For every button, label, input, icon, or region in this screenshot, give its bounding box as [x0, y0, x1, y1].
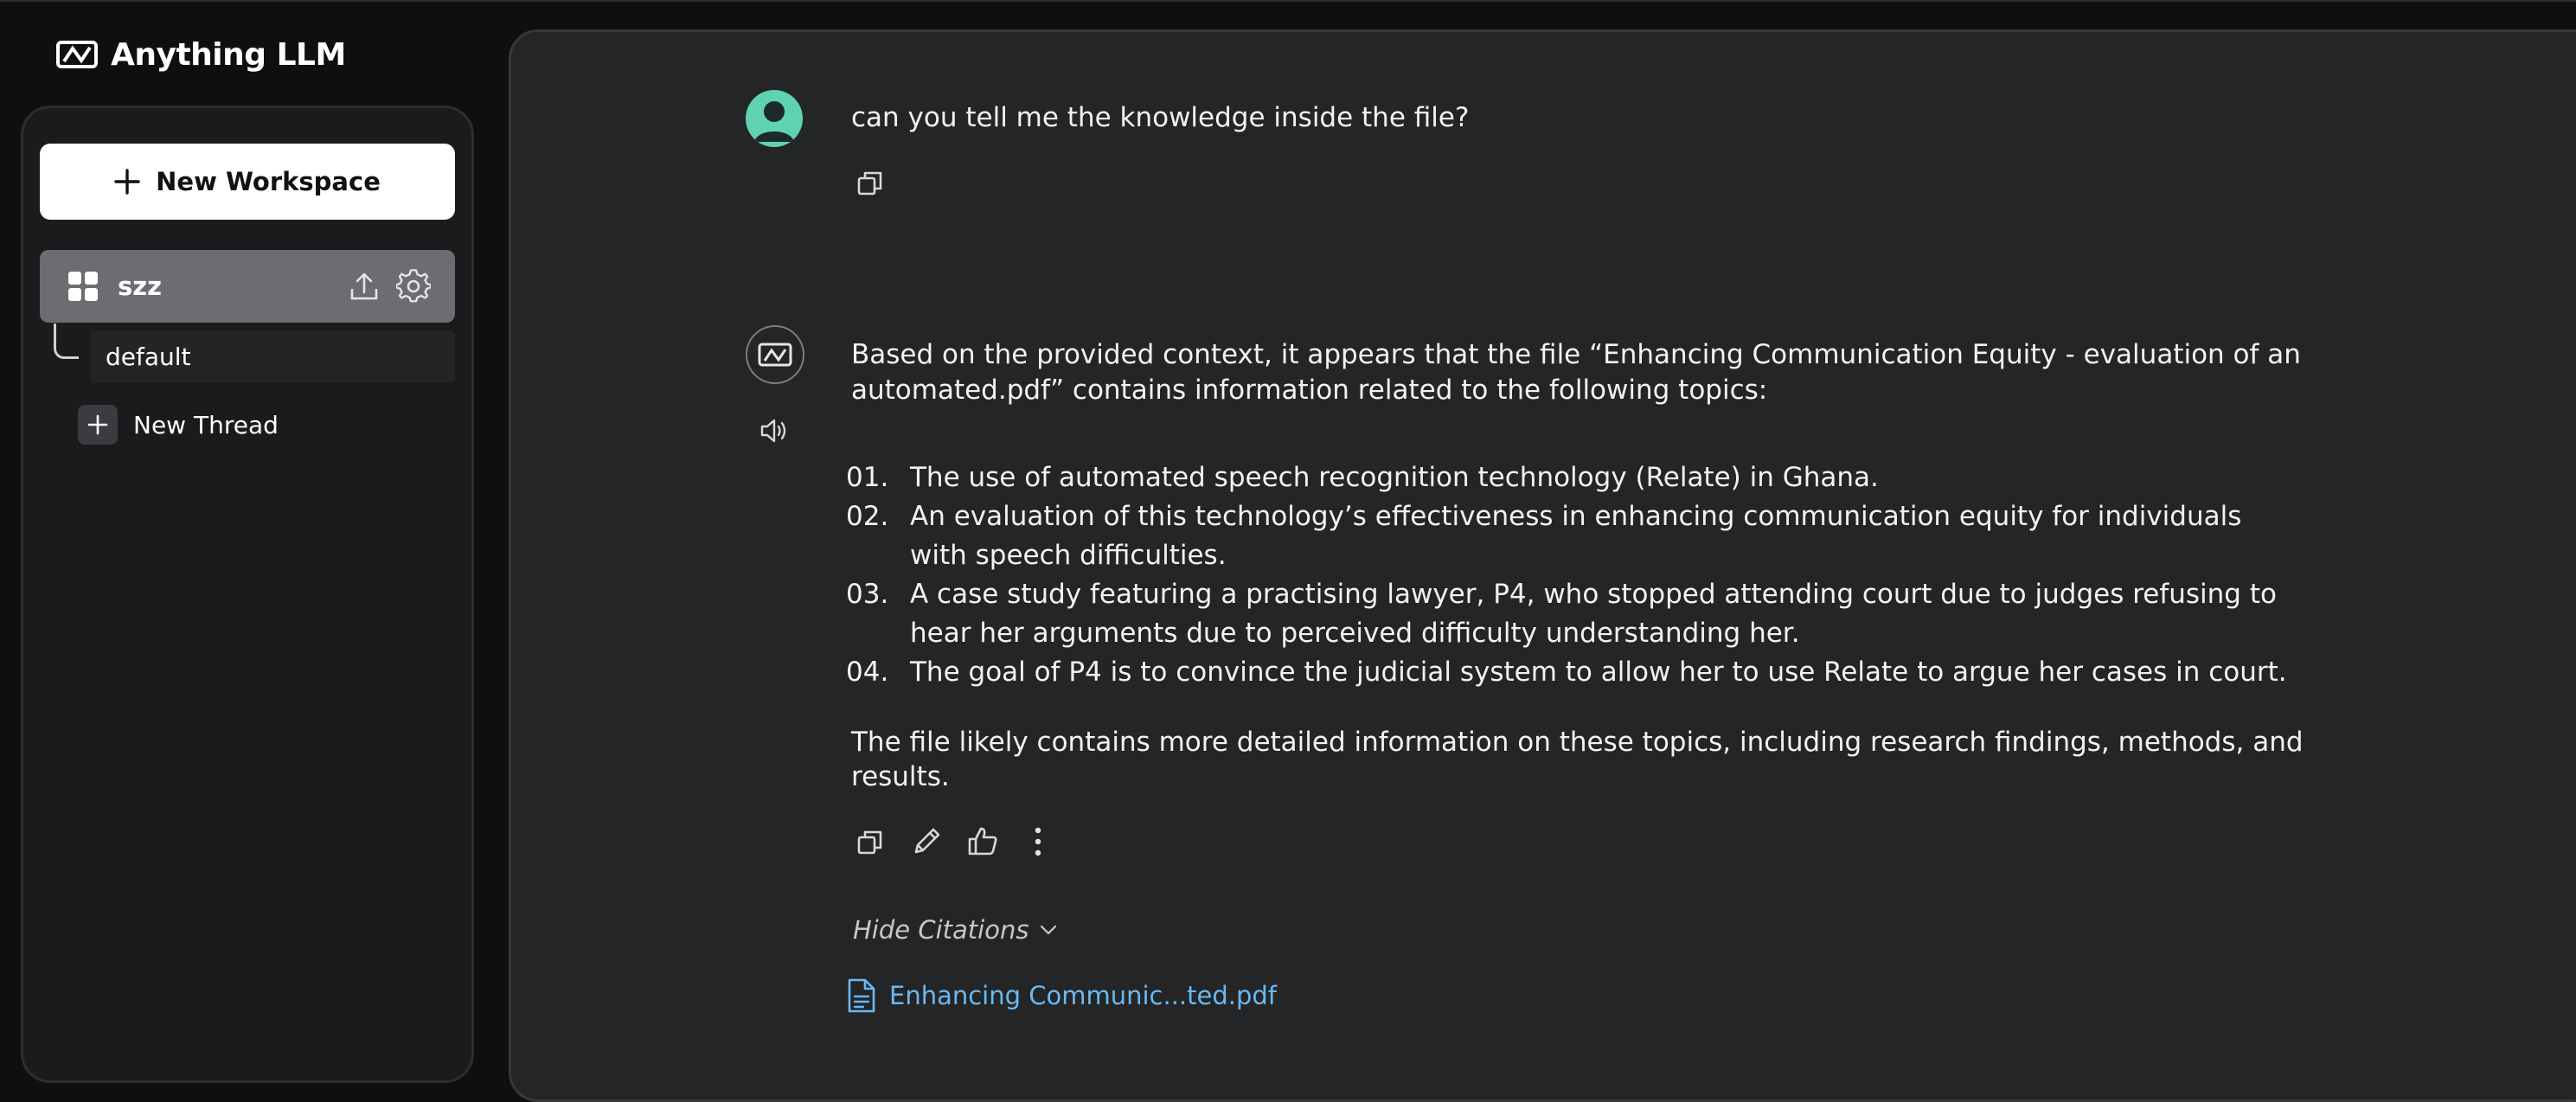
assistant-intro-line-1: Based on the provided context, it appear… [851, 339, 2301, 370]
list-item: 01. The use of automated speech recognit… [846, 458, 2299, 497]
upload-icon[interactable] [348, 270, 381, 303]
list-item-text: The use of automated speech recognition … [910, 462, 1879, 493]
window-top-border [0, 0, 2576, 2]
hide-citations-toggle[interactable]: Hide Citations [853, 915, 1058, 945]
plus-box [78, 405, 118, 445]
workspace-grid-icon [68, 272, 98, 301]
list-item-text: The goal of P4 is to convince the judici… [910, 657, 2287, 688]
copy-button[interactable] [855, 168, 886, 199]
list-item-number: 02. [846, 501, 889, 532]
list-item-number: 04. [846, 657, 889, 688]
workspace-name: szz [118, 272, 163, 301]
gear-icon[interactable] [396, 269, 431, 304]
assistant-outro-line-1: The file likely contains more detailed i… [851, 727, 2304, 758]
workspace-item-szz[interactable]: szz [40, 250, 455, 323]
document-icon [848, 978, 875, 1013]
assistant-topic-list: 01. The use of automated speech recognit… [846, 458, 2299, 692]
copy-response-button[interactable] [855, 827, 886, 858]
anythingllm-logo-icon [758, 343, 792, 367]
speak-button[interactable] [759, 415, 791, 446]
list-item: 03. A case study featuring a practising … [846, 575, 2299, 653]
edit-response-button[interactable] [910, 825, 943, 858]
plus-icon [114, 169, 140, 195]
brand-logo: Anything LLM [55, 33, 346, 76]
more-options-button[interactable] [1022, 825, 1054, 858]
assistant-outro-line-2: results. [851, 761, 950, 792]
workspace-actions [348, 269, 431, 304]
hide-citations-label: Hide Citations [853, 915, 1029, 945]
pencil-icon [914, 828, 940, 854]
citation-file-link[interactable]: Enhancing Communic...ted.pdf [846, 977, 1277, 1014]
assistant-avatar [746, 325, 804, 384]
user-icon [754, 101, 794, 142]
anythingllm-logo-icon [56, 41, 98, 68]
new-workspace-label: New Workspace [156, 167, 381, 196]
user-message: can you tell me the knowledge inside the… [851, 102, 1470, 133]
new-thread-label: New Thread [133, 410, 279, 439]
app-title: Anything LLM [111, 36, 346, 73]
chevron-down-icon [1041, 925, 1057, 935]
copy-icon [857, 171, 882, 195]
thumbs-up-button[interactable] [965, 823, 1000, 858]
new-thread-button[interactable]: New Thread [78, 403, 279, 446]
list-item: 04. The goal of P4 is to convince the ju… [846, 653, 2299, 692]
copy-icon [857, 830, 882, 855]
thumbs-up-icon [968, 827, 997, 855]
list-item: 02. An evaluation of this technology’s e… [846, 497, 2299, 575]
more-vertical-icon [1035, 827, 1041, 856]
citation-file-name: Enhancing Communic...ted.pdf [889, 981, 1278, 1010]
thread-label: default [106, 342, 191, 371]
user-avatar [746, 90, 803, 147]
list-item-text: A case study featuring a practising lawy… [910, 579, 2277, 649]
list-item-number: 03. [846, 579, 889, 610]
list-item-number: 01. [846, 462, 889, 493]
speaker-icon [760, 419, 786, 443]
thread-tree-connector [54, 324, 79, 359]
list-item-text: An evaluation of this technology’s effec… [910, 501, 2242, 571]
plus-icon [87, 414, 108, 435]
assistant-intro-line-2: automated.pdf” contains information rela… [851, 375, 1768, 406]
new-workspace-button[interactable]: New Workspace [40, 144, 455, 220]
thread-item-default[interactable]: default [90, 330, 455, 382]
